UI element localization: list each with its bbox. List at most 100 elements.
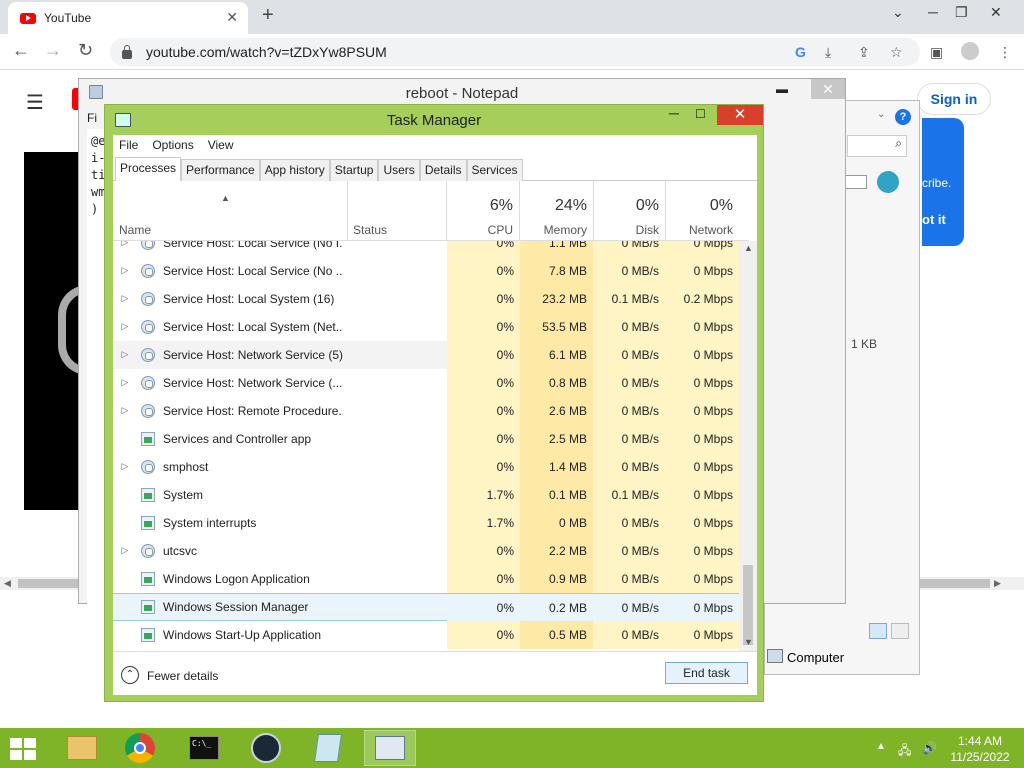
file-explorer-icon[interactable] [56,730,108,766]
table-row[interactable]: Windows Logon Application 0% 0.9 MB 0 MB/s 0… [113,565,739,593]
view-icon[interactable] [845,175,867,189]
details-view-icon[interactable] [869,623,887,639]
process-list-scrollbar-thumb[interactable] [743,565,753,645]
install-icon[interactable]: ⤓ [825,44,831,61]
side-panel-icon[interactable]: ▣ [930,44,943,61]
scroll-up-arrow-icon[interactable]: ▲ [744,243,753,253]
header-network[interactable]: Network [667,223,733,237]
scroll-left-arrow-icon[interactable]: ◀ [4,578,11,589]
expand-arrow-icon[interactable]: ▷ [117,405,133,416]
restore-button[interactable]: ❐ [955,4,968,21]
notepad-menu-file[interactable]: Fi [87,111,97,125]
menu-file[interactable]: File [119,138,138,152]
table-row[interactable]: ▷ Service Host: Local Service (No I... 0% 1… [113,241,739,257]
table-row[interactable]: ▷ Service Host: Remote Procedure... 0% 2.6 … [113,397,739,425]
table-row[interactable]: ▷ Service Host: Network Service (5) 0% 6.1 … [113,341,739,369]
tray-overflow-icon[interactable]: ▲ [876,741,886,752]
tab-performance[interactable]: Performance [181,159,260,181]
tab-startup[interactable]: Startup [329,159,379,181]
table-row[interactable]: System 1.7% 0.1 MB 0.1 MB/s 0 Mbps [113,481,739,509]
new-tab-button[interactable]: + [262,4,274,27]
volume-icon[interactable]: 🔊 [922,741,937,755]
table-row[interactable]: System interrupts 1.7% 0 MB 0 MB/s 0 Mbps [113,509,739,537]
share-icon[interactable]: ⇪ [858,44,870,61]
help-icon[interactable]: ? [895,109,911,125]
system-clock[interactable]: 1:44 AM 11/25/2022 [940,733,1020,765]
back-arrow-icon[interactable]: ← [12,40,30,61]
profile-avatar-icon[interactable] [961,42,979,60]
menu-options[interactable]: Options [152,138,193,152]
table-row[interactable]: Windows Session Manager 0% 0.2 MB 0 MB/s 0 M… [113,593,739,622]
bookmark-star-icon[interactable]: ☆ [890,44,903,61]
tab-processes[interactable]: Processes [115,157,182,181]
table-row[interactable]: ▷ smphost 0% 1.4 MB 0 MB/s 0 Mbps [113,453,739,481]
tab-app-history[interactable]: App history [259,159,330,181]
tab-users[interactable]: Users [378,159,420,181]
expand-arrow-icon[interactable]: ▷ [117,545,133,556]
network-icon[interactable]: 🖧 [898,741,911,762]
header-network-pct[interactable]: 0% [667,197,733,215]
header-name[interactable]: Name [119,223,151,237]
steam-icon[interactable] [240,730,292,766]
chrome-icon[interactable] [114,730,166,766]
tm-maximize-button[interactable]: ☐ [695,107,706,121]
expand-arrow-icon[interactable]: ▷ [117,349,133,360]
table-row[interactable]: Services and Controller app 0% 2.5 MB 0 MB/… [113,425,739,453]
expand-arrow-icon[interactable]: ▷ [117,265,133,276]
start-button-icon[interactable] [10,738,38,760]
tab-details[interactable]: Details [419,159,467,181]
cell-net: 0 Mbps [665,425,739,453]
expand-arrow-icon[interactable]: ▷ [117,461,133,472]
tab-search-icon[interactable]: ⌄ [892,4,904,21]
expand-arrow-icon[interactable]: ▷ [117,293,133,304]
header-status[interactable]: Status [353,223,387,237]
hamburger-menu-icon[interactable]: ☰ [26,90,44,115]
forward-arrow-icon[interactable]: → [44,40,62,61]
expand-arrow-icon[interactable]: ▷ [117,377,133,388]
tm-close-button[interactable]: ✕ [717,105,763,125]
scroll-down-arrow-icon[interactable]: ▼ [744,637,753,647]
header-cpu[interactable]: CPU [447,223,513,237]
table-row[interactable]: Windows Start-Up Application 0% 0.5 MB 0 MB… [113,621,739,649]
sign-in-button[interactable]: Sign in [917,83,991,115]
table-row[interactable]: ▷ Service Host: Network Service (... 0% 0.8… [113,369,739,397]
reload-icon[interactable]: ↻ [78,40,93,61]
tab-services[interactable]: Services [466,159,523,181]
menu-view[interactable]: View [208,138,234,152]
notepad-taskbar-icon[interactable] [302,730,354,766]
header-disk[interactable]: Disk [593,223,659,237]
table-row[interactable]: ▷ Service Host: Local System (16) 0% 23.2 M… [113,285,739,313]
header-memory[interactable]: Memory [521,223,587,237]
command-prompt-icon[interactable]: C:\_ [178,730,230,766]
header-cpu-pct[interactable]: 6% [447,197,513,215]
google-icon[interactable]: G [795,44,806,60]
end-task-button[interactable]: End task [665,662,748,684]
chrome-menu-icon[interactable]: ⋮ [998,44,1012,61]
close-button[interactable]: ✕ [990,4,1002,21]
process-name: Services and Controller app [163,431,312,446]
scrollbar-thumb-right[interactable] [920,579,990,588]
chevron-up-icon[interactable]: ⌃ [121,666,139,684]
tab-close-icon[interactable]: ✕ [226,9,238,26]
scroll-right-arrow-icon[interactable]: ▶ [994,578,1001,589]
got-it-button[interactable]: ot it [922,212,946,227]
computer-label[interactable]: Computer [787,650,844,665]
task-manager-taskbar-icon[interactable] [364,730,416,766]
large-icons-view-icon[interactable] [891,623,909,639]
minimize-button[interactable]: ─ [928,4,938,20]
table-row[interactable]: ▷ Service Host: Local Service (No ... 0% 7.… [113,257,739,285]
expand-arrow-icon[interactable]: ▷ [117,321,133,332]
explorer-search-box[interactable]: ⌕ [847,135,907,157]
header-memory-pct[interactable]: 24% [521,197,587,215]
chevron-down-icon[interactable]: ⌄ [877,109,885,120]
header-disk-pct[interactable]: 0% [593,197,659,215]
notepad-close-button[interactable]: ✕ [811,79,845,99]
tm-minimize-button[interactable]: ─ [669,105,679,121]
notepad-minimize-button[interactable]: ▬ [776,82,788,96]
table-row[interactable]: ▷ utcsvc 0% 2.2 MB 0 MB/s 0 Mbps [113,537,739,565]
cell-cpu: 0% [447,425,520,453]
browser-tab-youtube[interactable]: YouTube ✕ [8,2,248,34]
fewer-details-link[interactable]: Fewer details [147,669,218,683]
table-row[interactable]: ▷ Service Host: Local System (Net... 0% 53.… [113,313,739,341]
expand-arrow-icon[interactable]: ▷ [117,241,133,248]
